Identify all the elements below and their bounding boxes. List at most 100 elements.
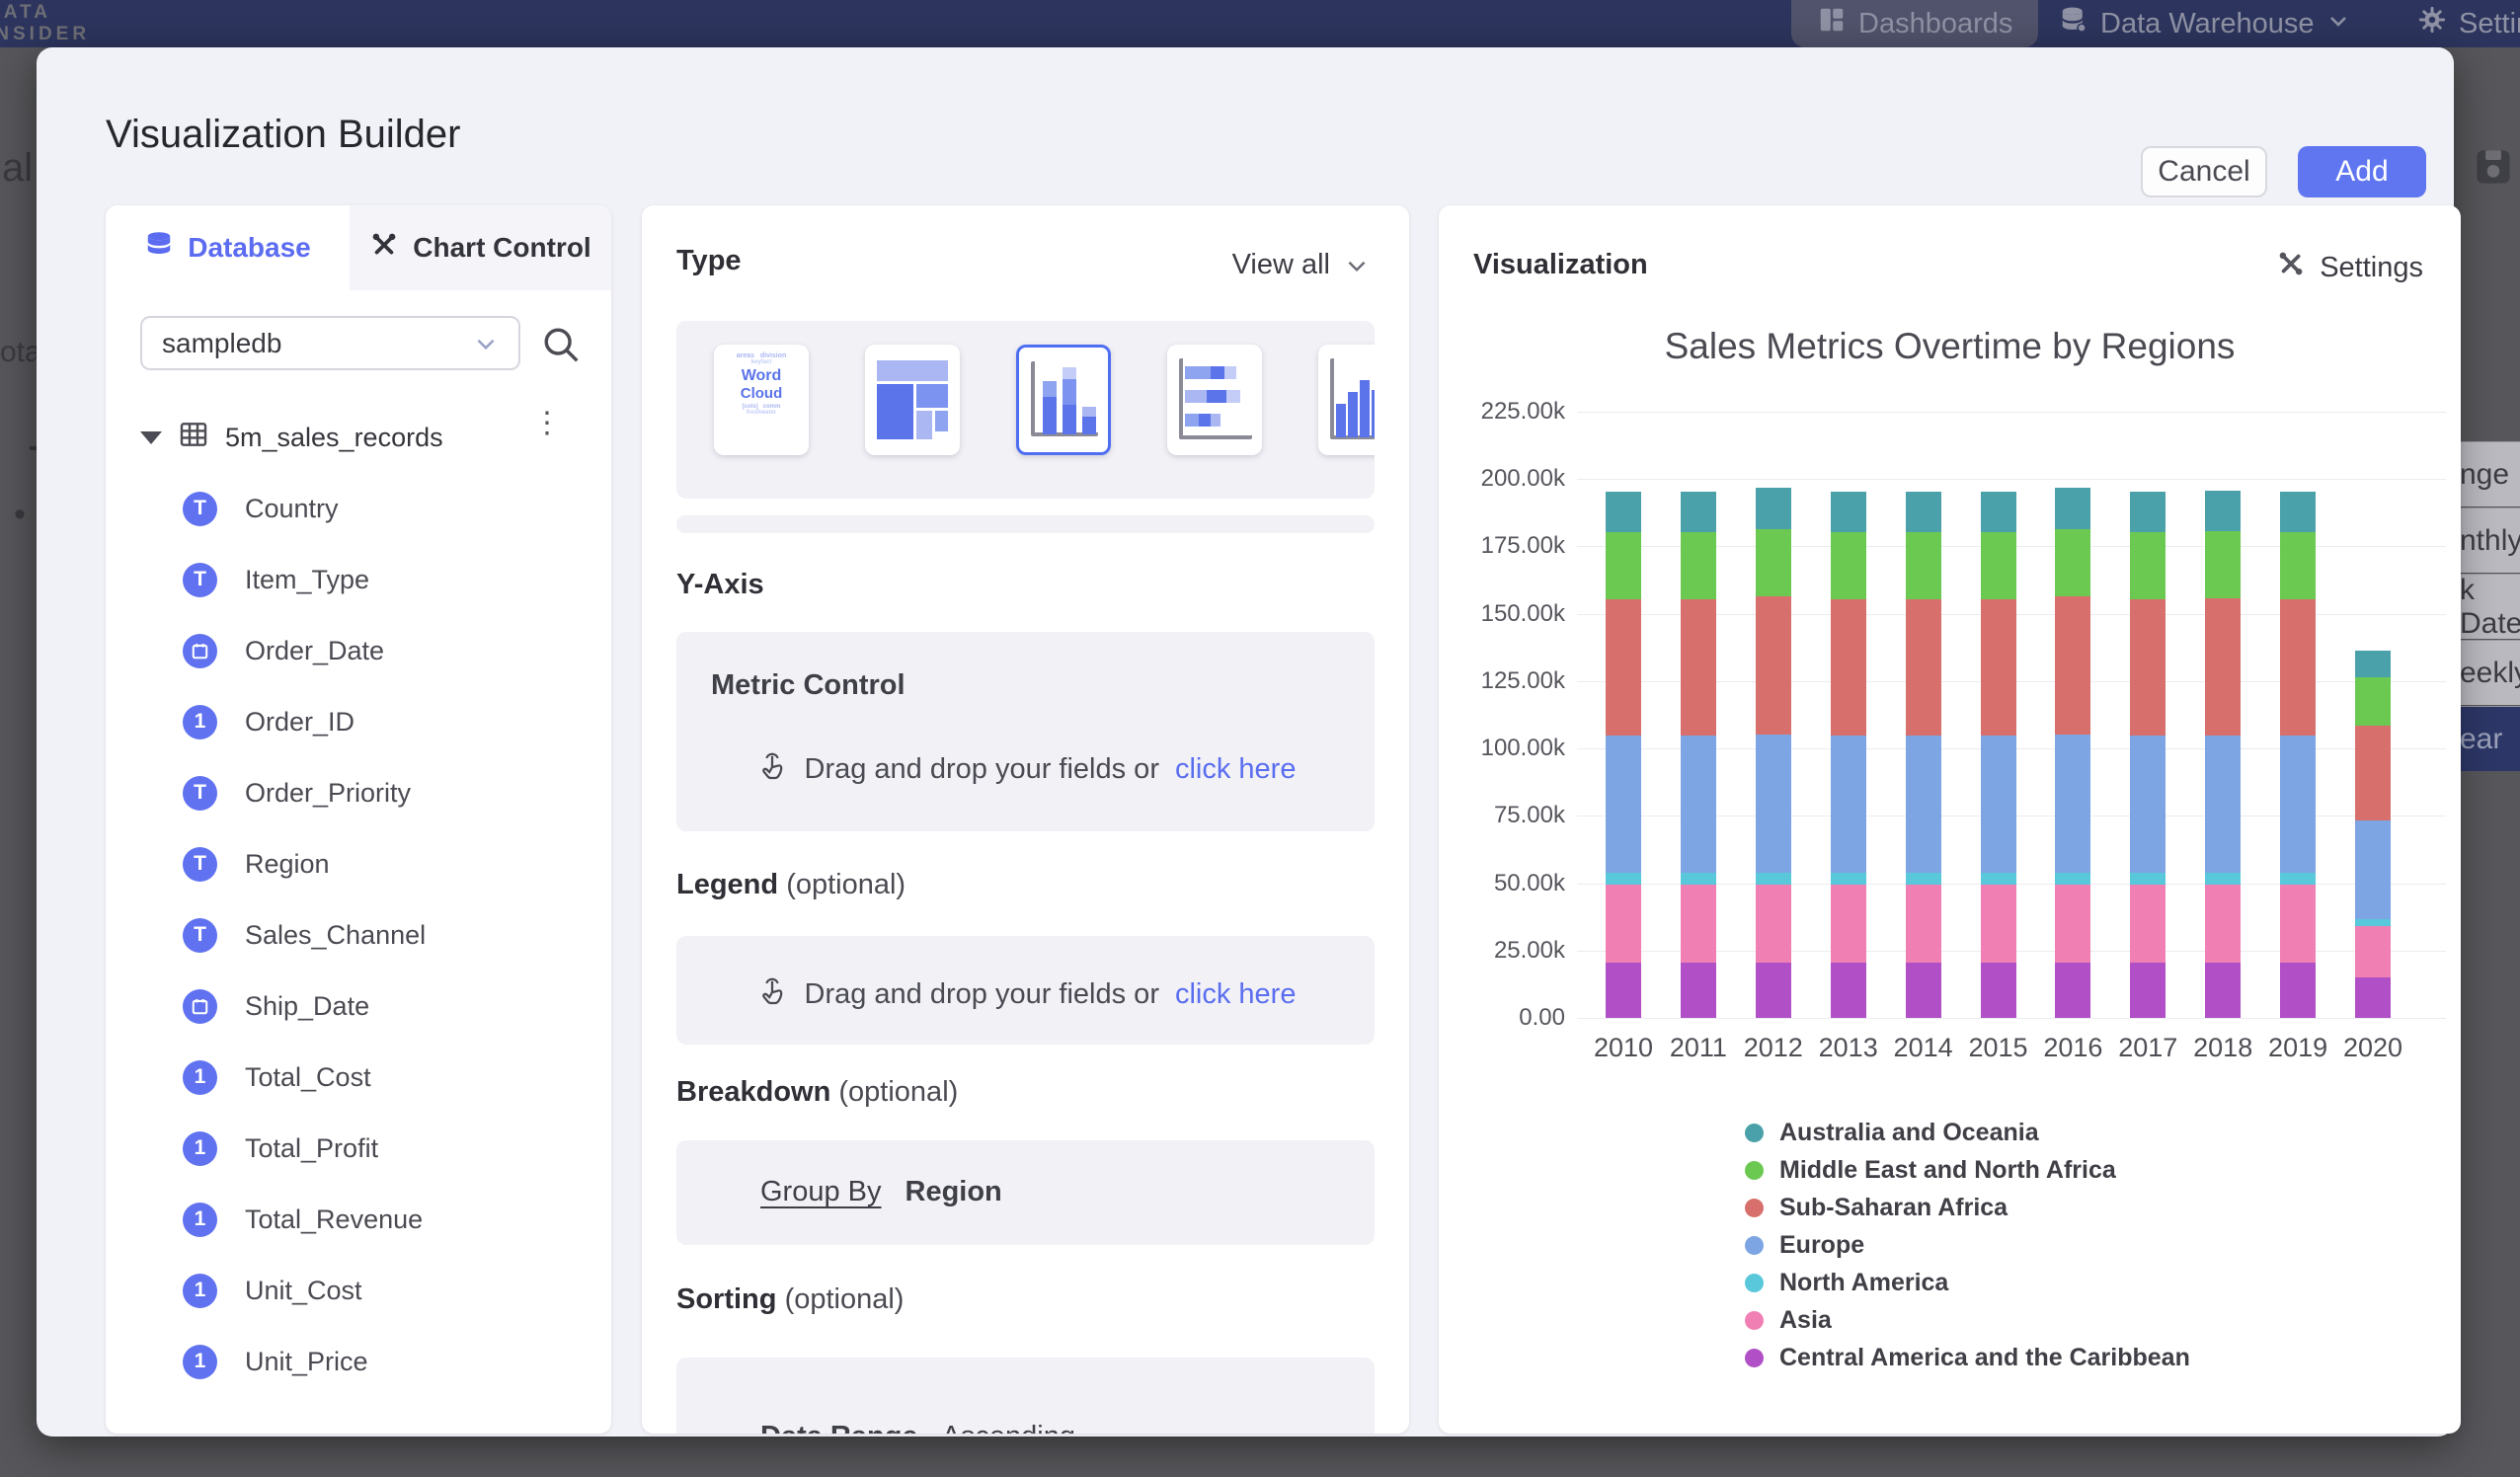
bg-partial-text-2: ota — [0, 336, 41, 369]
tap-hand-icon — [755, 973, 789, 1015]
field-row[interactable]: TRegion — [183, 840, 330, 888]
cancel-button[interactable]: Cancel — [2141, 146, 2267, 197]
chart-settings-label: Settings — [2320, 252, 2423, 284]
bar-segment — [1606, 885, 1641, 963]
legend-item[interactable]: Europe — [1745, 1226, 2190, 1264]
gridline — [1577, 1018, 2446, 1019]
number-field-icon: 1 — [183, 1274, 217, 1308]
sort-value[interactable]: Ascending — [942, 1421, 1075, 1434]
field-row[interactable]: 1Unit_Cost — [183, 1267, 362, 1314]
legend-color-dot — [1745, 1161, 1764, 1180]
chart-type-histogram[interactable] — [1318, 345, 1375, 455]
field-name: Total_Revenue — [245, 1205, 423, 1235]
bar-segment — [2280, 532, 2316, 599]
add-button[interactable]: Add — [2298, 146, 2426, 197]
breakdown-dropzone[interactable]: Group By Region — [676, 1140, 1375, 1245]
legend-item[interactable]: Sub-Saharan Africa — [1745, 1189, 2190, 1226]
nav-dashboards[interactable]: Dashboards — [1791, 0, 2038, 47]
text-field-icon: T — [183, 918, 217, 953]
field-row[interactable]: TOrder_Priority — [183, 769, 411, 816]
search-icon[interactable] — [538, 322, 584, 367]
bar-segment — [1756, 873, 1791, 885]
legend-item[interactable]: Australia and Oceania — [1745, 1114, 2190, 1151]
logo-line-2: INSIDER — [0, 24, 90, 45]
chart-settings-button[interactable]: Settings — [2276, 249, 2423, 286]
field-row[interactable]: TCountry — [183, 485, 339, 532]
horizontal-scrollbar[interactable] — [676, 515, 1375, 533]
bar-segment — [1906, 736, 1941, 873]
bar-segment — [2055, 596, 2090, 734]
bar-segment — [1756, 596, 1791, 734]
chart-type-stacked-bar[interactable] — [1167, 345, 1262, 455]
field-row[interactable]: 1Total_Profit — [183, 1125, 378, 1172]
y-axis-tick-label: 100.00k — [1439, 735, 1565, 762]
database-icon — [144, 230, 174, 267]
top-navbar: DATA INSIDER Dashboards Data Warehouse S… — [0, 0, 2520, 47]
breakdown-heading-label: Breakdown — [676, 1076, 830, 1108]
database-select[interactable]: sampledb — [140, 316, 520, 370]
kebab-menu-icon[interactable]: ⋮ — [532, 417, 562, 430]
bar-segment — [2130, 873, 2166, 885]
bar-segment — [1606, 963, 1641, 1018]
caret-down-icon[interactable] — [140, 431, 162, 444]
x-axis-tick-label: 2017 — [2108, 1033, 2187, 1063]
bar-segment — [2205, 963, 2241, 1018]
nav-data-warehouse[interactable]: Data Warehouse — [2059, 0, 2350, 47]
metric-control-label: Metric Control — [711, 669, 906, 702]
metric-click-here-link[interactable]: click here — [1175, 753, 1297, 786]
chart-type-treemap[interactable] — [865, 345, 960, 455]
visualization-builder-modal: Visualization Builder Cancel Add Databas… — [37, 47, 2454, 1437]
legend-item[interactable]: North America — [1745, 1264, 2190, 1301]
chart-builder-panel: Type View all areas divisionkeyfactWordC… — [642, 205, 1409, 1434]
sorting-dropzone[interactable]: Data Range Ascending — [676, 1358, 1375, 1434]
field-row[interactable]: 1Total_Cost — [183, 1053, 371, 1101]
legend-click-here-link[interactable]: click here — [1175, 978, 1297, 1011]
bar-segment — [2280, 963, 2316, 1018]
field-name: Unit_Price — [245, 1347, 368, 1377]
field-row[interactable]: Order_Date — [183, 627, 384, 674]
legend-dropzone[interactable]: Drag and drop your fields or click here — [676, 936, 1375, 1045]
chart-type-stacked-column[interactable] — [1016, 345, 1111, 455]
bar-segment — [2280, 873, 2316, 885]
table-node[interactable]: 5m_sales_records — [140, 415, 585, 460]
chevron-down-icon — [2326, 8, 2350, 40]
field-name: Region — [245, 849, 330, 880]
tab-database[interactable]: Database — [106, 205, 350, 290]
chart-type-word-cloud[interactable]: areas divisionkeyfactWordCloud[cols] com… — [714, 345, 809, 455]
nav-settings[interactable]: Settings — [2417, 0, 2520, 47]
field-row[interactable]: Ship_Date — [183, 982, 369, 1030]
number-field-icon: 1 — [183, 705, 217, 739]
legend-item[interactable]: Central America and the Caribbean — [1745, 1339, 2190, 1376]
bar-segment — [1981, 873, 2016, 885]
y-axis-tick-label: 0.00 — [1439, 1004, 1565, 1032]
field-row[interactable]: 1Unit_Price — [183, 1338, 368, 1385]
field-row[interactable]: TItem_Type — [183, 556, 369, 603]
legend-label: Australia and Oceania — [1779, 1119, 2039, 1147]
field-name: Order_Priority — [245, 778, 411, 809]
bar-segment — [2055, 529, 2090, 596]
group-by-value[interactable]: Region — [906, 1176, 1002, 1208]
legend-item[interactable]: Asia — [1745, 1301, 2190, 1339]
bar-segment — [1906, 963, 1941, 1018]
x-axis-tick-label: 2010 — [1584, 1033, 1663, 1063]
tools-icon — [369, 230, 399, 267]
field-row[interactable]: 1Order_ID — [183, 698, 354, 745]
bar-segment — [2355, 820, 2391, 919]
tab-chart-control[interactable]: Chart Control — [350, 205, 611, 290]
bar-segment — [1981, 963, 2016, 1018]
bg-dropdown-item: nge — [2456, 441, 2520, 506]
bar-segment — [2130, 532, 2166, 599]
metric-control-dropzone[interactable]: Metric Control Drag and drop your fields… — [676, 632, 1375, 831]
type-heading: Type — [676, 245, 742, 277]
view-all-dropdown[interactable]: View all — [1232, 249, 1370, 281]
group-by-button[interactable]: Group By — [760, 1176, 882, 1208]
x-axis-tick-label: 2020 — [2333, 1033, 2412, 1063]
field-row[interactable]: 1 Total_Revenue — [183, 1196, 423, 1243]
bar-segment — [1831, 885, 1866, 963]
number-field-icon: 1 — [183, 1203, 217, 1237]
field-row[interactable]: TSales_Channel — [183, 911, 426, 959]
sort-field[interactable]: Data Range — [760, 1421, 918, 1434]
modal-title: Visualization Builder — [106, 113, 460, 157]
legend-item[interactable]: Middle East and North Africa — [1745, 1151, 2190, 1189]
chevron-down-icon — [1344, 253, 1370, 278]
